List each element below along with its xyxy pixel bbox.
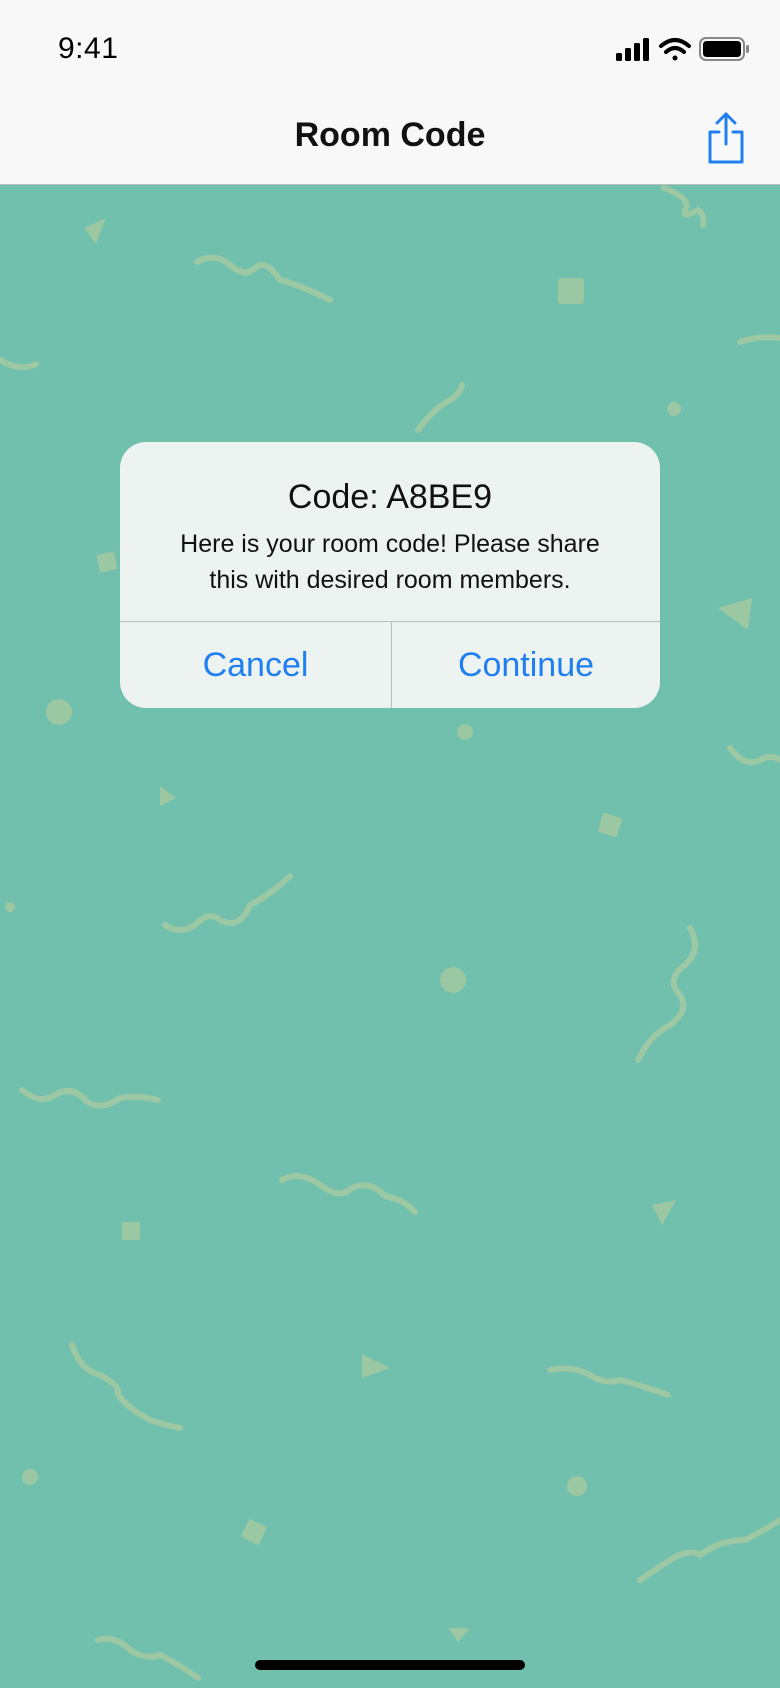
status-icons	[616, 37, 749, 61]
continue-button[interactable]: Continue	[392, 622, 660, 708]
room-code-alert: Code: A8BE9 Here is your room code! Plea…	[120, 442, 660, 708]
cancel-button[interactable]: Cancel	[120, 622, 391, 708]
home-indicator[interactable]	[255, 1660, 525, 1670]
status-bar: 9:41	[0, 0, 780, 96]
share-button[interactable]	[706, 110, 746, 166]
confetti-background	[0, 185, 780, 1688]
navigation-bar: Room Code	[0, 96, 780, 185]
status-time: 9:41	[58, 32, 119, 65]
page-title: Room Code	[294, 116, 486, 154]
wifi-icon	[659, 38, 691, 61]
alert-title: Code: A8BE9	[287, 478, 493, 516]
confetti-pattern	[0, 185, 780, 1681]
battery-icon	[699, 37, 749, 61]
alert-message-line-2: this with desired room members.	[209, 566, 571, 594]
alert-message: Here is your room code! Please share thi…	[160, 526, 620, 598]
share-icon	[708, 112, 744, 164]
cellular-signal-icon	[616, 38, 649, 61]
alert-message-line-1: Here is your room code! Please share	[180, 530, 600, 558]
